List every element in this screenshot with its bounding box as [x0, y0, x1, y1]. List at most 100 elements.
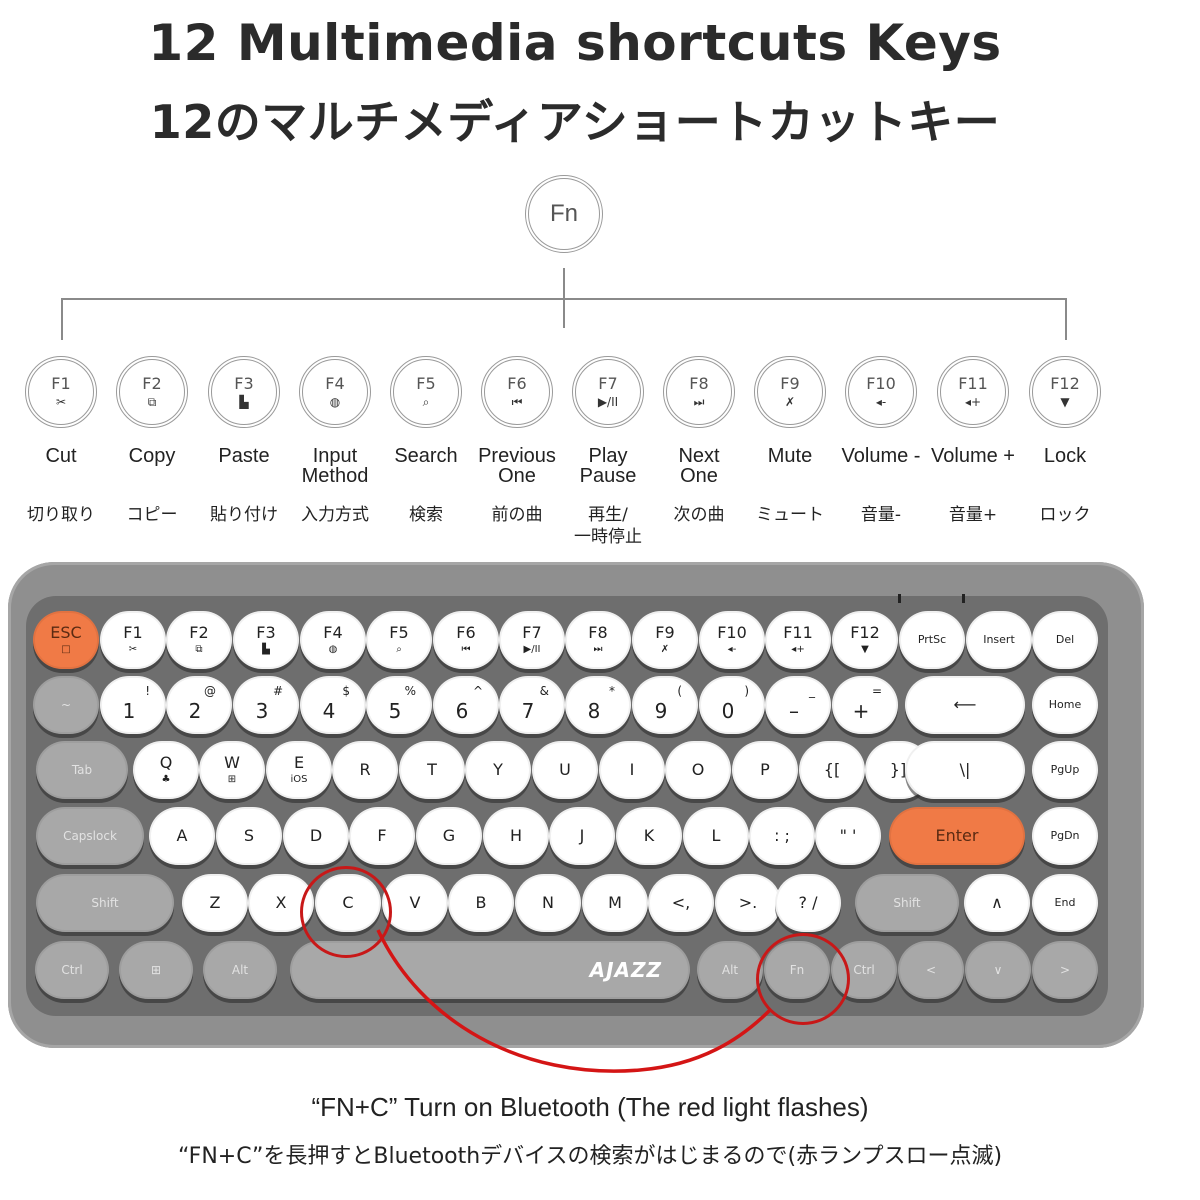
- key-e[interactable]: EiOS: [266, 741, 332, 799]
- key-v[interactable]: V: [382, 874, 448, 932]
- volume-down-icon: ◂-: [875, 395, 887, 409]
- key-7[interactable]: 7 &: [499, 676, 565, 734]
- key-r[interactable]: R: [332, 741, 398, 799]
- key-symbol[interactable]: – _: [765, 676, 831, 734]
- key-symbol[interactable]: " ': [815, 807, 881, 865]
- key-symbol[interactable]: <: [898, 941, 964, 999]
- key-del[interactable]: Del: [1032, 611, 1098, 669]
- key-enter[interactable]: Enter: [889, 807, 1025, 865]
- key-home[interactable]: Home: [1032, 676, 1098, 734]
- key-p[interactable]: P: [732, 741, 798, 799]
- key-f6[interactable]: F6 ⏮: [433, 611, 499, 669]
- key-d[interactable]: D: [283, 807, 349, 865]
- function-label-en: Volume +: [931, 445, 1015, 467]
- key-t[interactable]: T: [399, 741, 465, 799]
- key-shift[interactable]: Shift: [855, 874, 959, 932]
- search-icon: ⌕: [422, 395, 430, 409]
- key-symbol[interactable]: ⊞: [119, 941, 193, 999]
- key-symbol[interactable]: ~: [33, 676, 99, 734]
- key-s[interactable]: S: [216, 807, 282, 865]
- key-i[interactable]: I: [599, 741, 665, 799]
- key-0[interactable]: 0): [699, 676, 765, 734]
- key-8[interactable]: 8 *: [565, 676, 631, 734]
- key-label: F12: [850, 623, 880, 642]
- key-2[interactable]: 2 @: [166, 676, 232, 734]
- key-symbol[interactable]: <,: [648, 874, 714, 932]
- key-6[interactable]: 6 ^: [433, 676, 499, 734]
- key-symbol[interactable]: >.: [715, 874, 781, 932]
- key-symbol[interactable]: : ;: [749, 807, 815, 865]
- key-pgdn[interactable]: PgDn: [1032, 807, 1098, 865]
- key-label: Alt: [721, 963, 739, 977]
- key-m[interactable]: M: [582, 874, 648, 932]
- key-f8[interactable]: F8 ⏭: [565, 611, 631, 669]
- key-alt[interactable]: Alt: [697, 941, 763, 999]
- key-4[interactable]: 4 $: [300, 676, 366, 734]
- key-f10[interactable]: F10 ◂-: [699, 611, 765, 669]
- key-prtsc[interactable]: PrtSc: [899, 611, 965, 669]
- key-w[interactable]: W ⊞: [199, 741, 265, 799]
- key-f1[interactable]: F1 ✂: [100, 611, 166, 669]
- key-j[interactable]: J: [549, 807, 615, 865]
- key-symbol[interactable]: ∨: [965, 941, 1031, 999]
- key-f[interactable]: F: [349, 807, 415, 865]
- key-b[interactable]: B: [448, 874, 514, 932]
- key-pgup[interactable]: PgUp: [1032, 741, 1098, 799]
- key-label: F6: [456, 623, 476, 642]
- key-label: ∨: [993, 963, 1003, 977]
- key-f2[interactable]: F2 ⧉: [166, 611, 232, 669]
- key-q[interactable]: Q ♣: [133, 741, 199, 799]
- key-3[interactable]: 3 #: [233, 676, 299, 734]
- key-f12[interactable]: F12 ▼: [832, 611, 898, 669]
- key-label: Del: [1055, 633, 1075, 646]
- key-end[interactable]: End: [1032, 874, 1098, 932]
- key-shift[interactable]: Shift: [36, 874, 174, 932]
- key-o[interactable]: O: [665, 741, 731, 799]
- key-symbol[interactable]: + =: [832, 676, 898, 734]
- diagram-key-label: F10: [866, 374, 896, 393]
- key-f3[interactable]: F3 ▙: [233, 611, 299, 669]
- key-shift-symbol: $: [342, 684, 350, 698]
- scissors-icon: ✂: [55, 395, 67, 409]
- key-insert[interactable]: Insert: [966, 611, 1032, 669]
- key-label: 6: [455, 699, 469, 723]
- key-label: K: [643, 826, 655, 845]
- diagram-key-f8: F8 ⏭: [663, 356, 735, 428]
- key-symbol[interactable]: ∧: [964, 874, 1030, 932]
- key-h[interactable]: H: [483, 807, 549, 865]
- key-u[interactable]: U: [532, 741, 598, 799]
- key-label: 2: [188, 699, 202, 723]
- key-n[interactable]: N: [515, 874, 581, 932]
- key-symbol[interactable]: \|: [905, 741, 1025, 799]
- key-f9[interactable]: F9 ✗: [632, 611, 698, 669]
- key-alt[interactable]: Alt: [203, 941, 277, 999]
- key-tab[interactable]: Tab: [36, 741, 128, 799]
- key-z[interactable]: Z: [182, 874, 248, 932]
- tree-right-drop-line: [1065, 298, 1067, 340]
- key-y[interactable]: Y: [465, 741, 531, 799]
- key-symbol[interactable]: {[: [799, 741, 865, 799]
- key-label: F2: [189, 623, 209, 642]
- key-symbol[interactable]: ? /: [775, 874, 841, 932]
- key-1[interactable]: 1!: [100, 676, 166, 734]
- key-ctrl[interactable]: Ctrl: [35, 941, 109, 999]
- key-symbol[interactable]: >: [1032, 941, 1098, 999]
- key-f7[interactable]: F7 ▶/II: [499, 611, 565, 669]
- key-label: F: [377, 826, 387, 845]
- key-f5[interactable]: F5 ⌕: [366, 611, 432, 669]
- key-label: W: [224, 753, 240, 772]
- key-symbol[interactable]: ⟵: [905, 676, 1025, 734]
- key-k[interactable]: K: [616, 807, 682, 865]
- key-secondary-icon: iOS: [290, 774, 308, 785]
- diagram-key-label: F2: [142, 374, 162, 393]
- key-9[interactable]: 9(: [632, 676, 698, 734]
- key-l[interactable]: L: [683, 807, 749, 865]
- key-g[interactable]: G: [416, 807, 482, 865]
- key-5[interactable]: 5%: [366, 676, 432, 734]
- key-label: Ctrl: [853, 963, 875, 977]
- key-f4[interactable]: F4 ◍: [300, 611, 366, 669]
- key-f11[interactable]: F11 ◂+: [765, 611, 831, 669]
- key-a[interactable]: A: [149, 807, 215, 865]
- key-esc[interactable]: ESC □: [33, 611, 99, 669]
- key-capslock[interactable]: Capslock: [36, 807, 144, 865]
